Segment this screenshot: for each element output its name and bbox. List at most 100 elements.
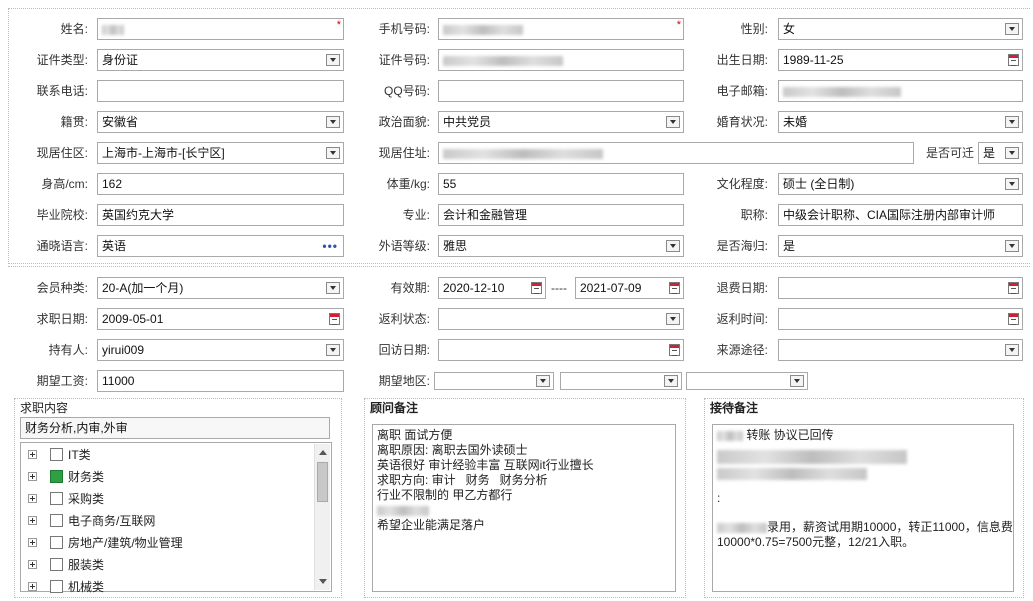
relocate-label: 是否可迁 bbox=[925, 146, 974, 160]
native-select[interactable]: 安徽省 bbox=[97, 111, 344, 133]
redacted-text bbox=[717, 522, 767, 533]
salary-field[interactable]: 11000 bbox=[97, 370, 344, 392]
height-field[interactable]: 162 bbox=[97, 173, 344, 195]
scroll-thumb[interactable] bbox=[317, 462, 328, 502]
consultant-notes-title: 顾问备注 bbox=[370, 401, 419, 415]
region-province-select[interactable] bbox=[434, 372, 554, 390]
holder-select[interactable]: yirui009 bbox=[97, 339, 344, 361]
reception-notes-textarea[interactable]: 转账 协议已回传 : 录用，薪资试用期10000，转正11000，信息费 100… bbox=[712, 424, 1014, 592]
chevron-down-icon[interactable] bbox=[1005, 344, 1019, 356]
residence-addr-field[interactable] bbox=[438, 142, 914, 164]
refund-date-field[interactable] bbox=[778, 277, 1023, 299]
more-icon[interactable]: ••• bbox=[322, 236, 338, 256]
email-field[interactable] bbox=[778, 80, 1023, 102]
language-level-label: 外语等级: bbox=[378, 239, 430, 253]
valid-to-field[interactable]: 2021-07-09 bbox=[575, 277, 684, 299]
id-type-select[interactable]: 身份证 bbox=[97, 49, 344, 71]
expand-icon[interactable] bbox=[28, 494, 37, 503]
calendar-icon[interactable] bbox=[1008, 54, 1019, 66]
id-no-label: 证件号码: bbox=[378, 53, 430, 67]
qq-field[interactable] bbox=[438, 80, 684, 102]
expand-icon[interactable] bbox=[28, 582, 37, 591]
weight-field[interactable]: 55 bbox=[438, 173, 684, 195]
chevron-down-icon[interactable] bbox=[1005, 116, 1019, 128]
scroll-down-icon[interactable] bbox=[319, 579, 327, 584]
language-level-select[interactable]: 雅思 bbox=[438, 235, 684, 257]
scroll-up-icon[interactable] bbox=[319, 450, 327, 455]
calendar-icon[interactable] bbox=[1008, 313, 1019, 325]
chevron-down-icon[interactable] bbox=[326, 147, 340, 159]
chevron-down-icon[interactable] bbox=[666, 313, 680, 325]
chevron-down-icon[interactable] bbox=[326, 282, 340, 294]
phone-label: 联系电话: bbox=[36, 84, 88, 98]
calendar-icon[interactable] bbox=[1008, 282, 1019, 294]
gender-select[interactable]: 女 bbox=[778, 18, 1023, 40]
mobile-label: 手机号码: bbox=[378, 22, 430, 36]
phone-field[interactable] bbox=[97, 80, 344, 102]
note-line: 离职原因: 离职去国外读硕士 bbox=[377, 443, 528, 457]
chevron-down-icon[interactable] bbox=[1005, 240, 1019, 252]
region-district-select[interactable] bbox=[686, 372, 808, 390]
calendar-icon[interactable] bbox=[669, 282, 680, 294]
calendar-icon[interactable] bbox=[669, 344, 680, 356]
refund-label: 退费日期: bbox=[716, 281, 768, 295]
political-select[interactable]: 中共党员 bbox=[438, 111, 684, 133]
checkbox[interactable] bbox=[50, 580, 63, 593]
member-type-select[interactable]: 20-A(加一个月) bbox=[97, 277, 344, 299]
marital-select[interactable]: 未婚 bbox=[778, 111, 1023, 133]
valid-from-field[interactable]: 2020-12-10 bbox=[438, 277, 546, 299]
job-date-field[interactable]: 2009-05-01 bbox=[97, 308, 344, 330]
expand-icon[interactable] bbox=[28, 450, 37, 459]
consultant-notes-textarea[interactable]: 离职 面试方便 离职原因: 离职去国外读硕士 英语很好 审计经验丰富 互联网it… bbox=[372, 424, 676, 592]
expand-icon[interactable] bbox=[28, 472, 37, 481]
mobile-field[interactable]: * bbox=[438, 18, 684, 40]
checkbox[interactable] bbox=[50, 492, 63, 505]
checkbox-checked[interactable] bbox=[50, 470, 63, 483]
chevron-down-icon[interactable] bbox=[666, 116, 680, 128]
calendar-icon[interactable] bbox=[531, 282, 542, 294]
expand-icon[interactable] bbox=[28, 516, 37, 525]
checkbox[interactable] bbox=[50, 558, 63, 571]
region-city-select[interactable] bbox=[560, 372, 682, 390]
expand-icon[interactable] bbox=[28, 560, 37, 569]
job-content-summary[interactable]: 财务分析,内审,外审 bbox=[20, 417, 330, 439]
chevron-down-icon[interactable] bbox=[326, 54, 340, 66]
chevron-down-icon[interactable] bbox=[1005, 178, 1019, 190]
language-field[interactable]: 英语 ••• bbox=[97, 235, 344, 257]
chevron-down-icon[interactable] bbox=[1005, 147, 1019, 159]
tree-item-label: 财务类 bbox=[68, 470, 105, 484]
rebate-status-select[interactable] bbox=[438, 308, 684, 330]
calendar-icon[interactable] bbox=[329, 313, 340, 325]
checkbox[interactable] bbox=[50, 448, 63, 461]
returnee-label: 是否海归: bbox=[716, 239, 768, 253]
relocate-select[interactable]: 是 bbox=[978, 142, 1023, 164]
chevron-down-icon[interactable] bbox=[326, 344, 340, 356]
school-field[interactable]: 英国约克大学 bbox=[97, 204, 344, 226]
tree-scrollbar[interactable] bbox=[314, 444, 330, 590]
chevron-down-icon[interactable] bbox=[666, 240, 680, 252]
chevron-down-icon[interactable] bbox=[326, 116, 340, 128]
note-line-text: 录用，薪资试用期10000，转正11000，信息费 bbox=[767, 520, 1013, 534]
visit-date-field[interactable] bbox=[438, 339, 684, 361]
chevron-down-icon[interactable] bbox=[790, 375, 804, 387]
education-select[interactable]: 硕士 (全日制) bbox=[778, 173, 1023, 195]
returnee-select[interactable]: 是 bbox=[778, 235, 1023, 257]
expand-icon[interactable] bbox=[28, 538, 37, 547]
note-line-redacted bbox=[377, 503, 671, 518]
checkbox[interactable] bbox=[50, 536, 63, 549]
chevron-down-icon[interactable] bbox=[536, 375, 550, 387]
major-field[interactable]: 会计和金融管理 bbox=[438, 204, 684, 226]
chevron-down-icon[interactable] bbox=[1005, 23, 1019, 35]
title-field[interactable]: 中级会计职称、CIA国际注册内部审计师 bbox=[778, 204, 1023, 226]
checkbox[interactable] bbox=[50, 514, 63, 527]
chevron-down-icon[interactable] bbox=[664, 375, 678, 387]
relocate-value: 是 bbox=[983, 146, 996, 160]
residence-area-select[interactable]: 上海市-上海市-[长宁区] bbox=[97, 142, 344, 164]
name-field[interactable]: * bbox=[97, 18, 344, 40]
id-no-field[interactable] bbox=[438, 49, 684, 71]
rebate-time-field[interactable] bbox=[778, 308, 1023, 330]
birth-date-field[interactable]: 1989-11-25 bbox=[778, 49, 1023, 71]
source-select[interactable] bbox=[778, 339, 1023, 361]
qq-label: QQ号码: bbox=[383, 84, 430, 98]
